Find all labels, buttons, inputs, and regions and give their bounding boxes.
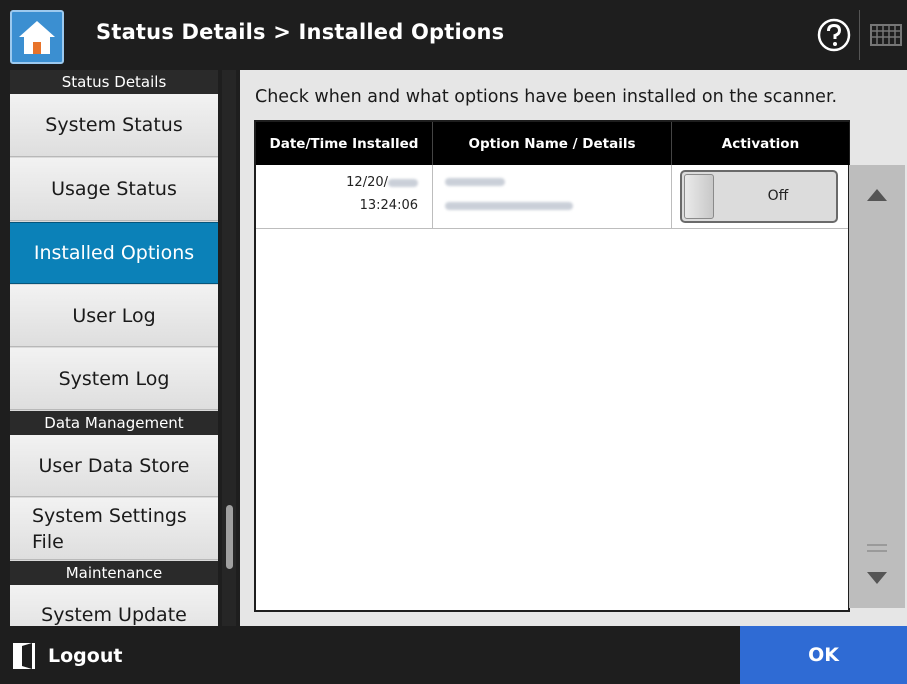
install-time: 13:24:06	[359, 198, 418, 213]
activation-cell: Off	[672, 165, 849, 229]
page-title: Status Details > Installed Options	[96, 20, 505, 44]
sidebar-item-system-update[interactable]: System Update	[10, 585, 218, 626]
scroll-up-button[interactable]	[849, 165, 905, 225]
sidebar-item-user-log[interactable]: User Log	[10, 285, 218, 347]
sidebar-item-usage-status[interactable]: Usage Status	[10, 158, 218, 221]
table-row[interactable]: 12/20/ 13:24:06 Off	[256, 165, 848, 229]
keyboard-button[interactable]	[867, 16, 903, 54]
sidebar: Status Details System Status Usage Statu…	[10, 70, 218, 626]
triangle-down-icon	[867, 572, 887, 584]
column-header-date-time: Date/Time Installed	[256, 122, 433, 165]
redacted-year	[388, 178, 418, 187]
sidebar-item-user-data-store[interactable]: User Data Store	[10, 435, 218, 497]
triangle-up-icon	[867, 189, 887, 201]
main-panel: Check when and what options have been in…	[240, 70, 907, 626]
column-header-activation: Activation	[672, 122, 849, 165]
scroll-down-button[interactable]	[849, 548, 905, 608]
footer-bar: Logout OK	[0, 626, 907, 684]
date-time-cell: 12/20/ 13:24:06	[256, 165, 433, 229]
sidebar-item-system-status[interactable]: System Status	[10, 94, 218, 157]
table-scrollbar[interactable]	[849, 165, 905, 608]
option-name-cell	[433, 165, 672, 229]
keyboard-icon	[870, 24, 902, 46]
redacted-option-name	[445, 178, 505, 186]
logout-icon	[13, 643, 35, 669]
ok-button[interactable]: OK	[740, 626, 907, 684]
sidebar-item-installed-options[interactable]: Installed Options	[10, 222, 218, 284]
activation-state-label: Off	[767, 188, 789, 204]
home-button[interactable]	[10, 10, 64, 64]
header-divider	[859, 10, 860, 60]
logout-button[interactable]: Logout	[12, 638, 122, 674]
help-icon	[817, 18, 851, 52]
page-description: Check when and what options have been in…	[255, 87, 838, 107]
section-header-status-details: Status Details	[10, 70, 218, 94]
section-header-data-management: Data Management	[10, 411, 218, 435]
sidebar-scrollbar-thumb[interactable]	[226, 505, 233, 569]
help-button[interactable]	[814, 16, 854, 54]
redacted-option-details	[445, 202, 573, 210]
column-header-option-name: Option Name / Details	[433, 122, 672, 165]
toggle-knob	[684, 174, 714, 219]
section-header-maintenance: Maintenance	[10, 561, 218, 585]
activation-toggle[interactable]: Off	[680, 170, 838, 223]
logout-label: Logout	[48, 645, 123, 667]
installed-options-table: Date/Time Installed Option Name / Detail…	[254, 120, 905, 612]
sidebar-item-system-settings-file[interactable]: System Settings File	[10, 498, 218, 560]
home-icon	[19, 21, 55, 54]
install-date: 12/20/	[346, 175, 388, 190]
sidebar-item-system-log[interactable]: System Log	[10, 348, 218, 410]
header-bar: Status Details > Installed Options	[0, 0, 907, 70]
